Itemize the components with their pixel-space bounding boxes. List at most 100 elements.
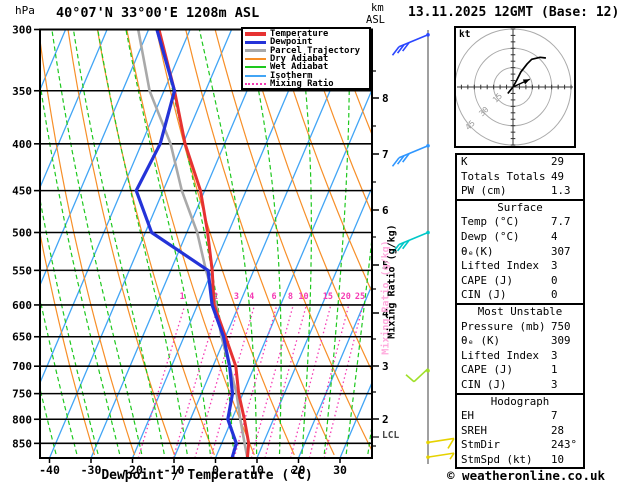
panel-section: Hodograph EH 7 SREH 28 StmDir 243° StmSpd (kt) 1… [457, 392, 583, 468]
panel-section-header: Most Unstable [477, 304, 563, 318]
pressure-tick-label: 450 [12, 185, 32, 198]
wet-adiabat-line [72, 29, 165, 455]
panel-row-label: CIN (J) [461, 377, 507, 391]
legend-line-sample [245, 40, 266, 45]
panel-row-value: 4 [551, 229, 558, 243]
mixing-ratio-value-label: 10 [298, 292, 308, 302]
legend-line-sample [245, 66, 266, 69]
barb-feather [391, 157, 400, 167]
panel-row: StmSpd (kt) 10 [457, 453, 583, 468]
panel-row-value: 28 [551, 423, 565, 437]
panel-row: Lifted Index 3 [457, 259, 583, 274]
panel-row-label: SREH [461, 423, 488, 437]
panel-row-label: StmSpd (kt) [461, 452, 533, 466]
wind-barb [405, 368, 430, 383]
panel-row-label: Pressure (mb) [461, 319, 546, 333]
wet-adiabat-line [51, 29, 143, 455]
barb-shaft [413, 368, 429, 383]
panel-row-label: Dewp (°C) [461, 229, 520, 243]
panel-section: Most Unstable Pressure (mb) 750 θₑ (K) 309 Li… [457, 302, 583, 393]
panel-row-label: CAPE (J) [461, 273, 514, 287]
panel-section: K 29 Totals Totals 49 PW (cm) 1.3 [457, 155, 583, 199]
panel-row-value: 243° [551, 438, 578, 452]
dry-adiabat-line [273, 29, 372, 294]
mixing-ratio-value-label: 8 [288, 292, 293, 302]
panel-row: θₑ(K) 307 [457, 245, 583, 260]
panel-row-value: 3 [551, 377, 558, 391]
pressure-tick-label: 650 [12, 331, 32, 344]
mixing-ratio-value-label: 15 [323, 292, 333, 302]
pressure-tick-label: 300 [12, 24, 32, 37]
legend-line-sample [245, 74, 266, 77]
wind-barb [426, 437, 455, 449]
panel-row-label: K [461, 155, 468, 168]
run-datetime: 13.11.2025 12GMT (Base: 12) [408, 5, 620, 20]
altitude-tick-label: 8 [382, 92, 389, 105]
dry-adiabat-line [155, 29, 295, 456]
lcl-label: LCL [382, 430, 400, 441]
x-axis-label: Dewpoint / Temperature (°C) [101, 468, 313, 483]
legend-line-sample [245, 32, 266, 36]
indices-panel: K 29 Totals Totals 49 PW (cm) 1.3 Surface Temp … [455, 153, 585, 470]
altitude-tick-label: 2 [382, 413, 389, 426]
mixing-ratio-value-label: 1 [180, 292, 185, 302]
panel-row-value: 3 [551, 348, 558, 362]
panel-section-header: Hodograph [490, 394, 550, 408]
panel-row-value: 307 [551, 244, 571, 258]
mixing-ratio-value-label: 6 [271, 292, 276, 302]
panel-row-label: θₑ (K) [461, 334, 501, 348]
wind-barb [391, 230, 430, 254]
legend-box: Temperature Dewpoint Parcel Trajectory Dry … [241, 27, 371, 90]
panel-row-value: 3 [551, 259, 558, 273]
panel-row-label: θₑ(K) [461, 244, 494, 258]
panel-row-label: Temp (°C) [461, 215, 520, 229]
hodograph-unit-label: kt [459, 29, 471, 40]
panel-row: Temp (°C) 7.7 [457, 215, 583, 230]
mixing-ratio-line [250, 306, 294, 458]
mixing-ratio-axis-label: Mixing Ratio (g/kg) [386, 224, 398, 339]
pressure-tick-label: 700 [12, 360, 32, 373]
panel-row-value: 49 [551, 169, 565, 183]
panel-row-label: Totals Totals [461, 169, 546, 183]
barb-feather [391, 46, 400, 56]
panel-row-value: 309 [551, 334, 571, 348]
legend-item-label: Mixing Ratio [270, 78, 334, 89]
panel-row: PW (cm) 1.3 [457, 184, 583, 199]
panel-row-label: Lifted Index [461, 348, 540, 362]
panel-row: SREH 28 [457, 424, 583, 439]
barb-shaft [427, 437, 455, 444]
panel-row: CAPE (J) 0 [457, 274, 583, 289]
panel-row-value: 29 [551, 155, 565, 168]
panel-row-value: 1.3 [551, 184, 571, 198]
altitude-tick-label: 7 [382, 148, 389, 161]
legend-line-sample [245, 58, 266, 61]
pressure-tick-label: 850 [12, 437, 32, 450]
legend-line-sample [245, 48, 266, 53]
wind-barb [426, 452, 455, 460]
mixing-ratio-value-label: 25 [355, 292, 365, 302]
legend-line-sample [245, 82, 266, 85]
panel-row: Totals Totals 49 [457, 170, 583, 185]
pressure-tick-label: 600 [12, 299, 32, 312]
mixing-ratio-value-label: 20 [341, 292, 351, 302]
pressure-tick-label: 800 [12, 413, 32, 426]
panel-section: Surface Temp (°C) 7.7 Dewp (°C) 4 θₑ(K) 307 Lif… [457, 198, 583, 303]
altitude-axis-unit-km: km [371, 2, 384, 14]
skewt-sounding-chart: 1 2 3 4 6 8 10 15 20 25 300 350 400 450 500 550 600 650 70… [0, 0, 629, 486]
mixing-ratio-line [308, 306, 350, 458]
panel-row: EH 7 [457, 409, 583, 424]
panel-row: Pressure (mb) 750 [457, 320, 583, 335]
panel-row-value: 7 [551, 409, 558, 423]
panel-row-value: 7.7 [551, 215, 571, 229]
panel-row-label: EH [461, 409, 475, 423]
hodograph: 153045 [454, 26, 576, 148]
chart-title: 40°07'N 33°00'E 1208m ASL [56, 5, 260, 21]
panel-row-label: Lifted Index [461, 259, 540, 273]
panel-row-label: CIN (J) [461, 288, 507, 302]
panel-row: θₑ (K) 309 [457, 334, 583, 349]
pressure-tick-label: 350 [12, 85, 32, 98]
pressure-tick-label: 500 [12, 226, 32, 239]
panel-row: StmDir 243° [457, 438, 583, 453]
pressure-tick-label: 400 [12, 138, 32, 151]
legend-item: Mixing Ratio [245, 80, 369, 88]
